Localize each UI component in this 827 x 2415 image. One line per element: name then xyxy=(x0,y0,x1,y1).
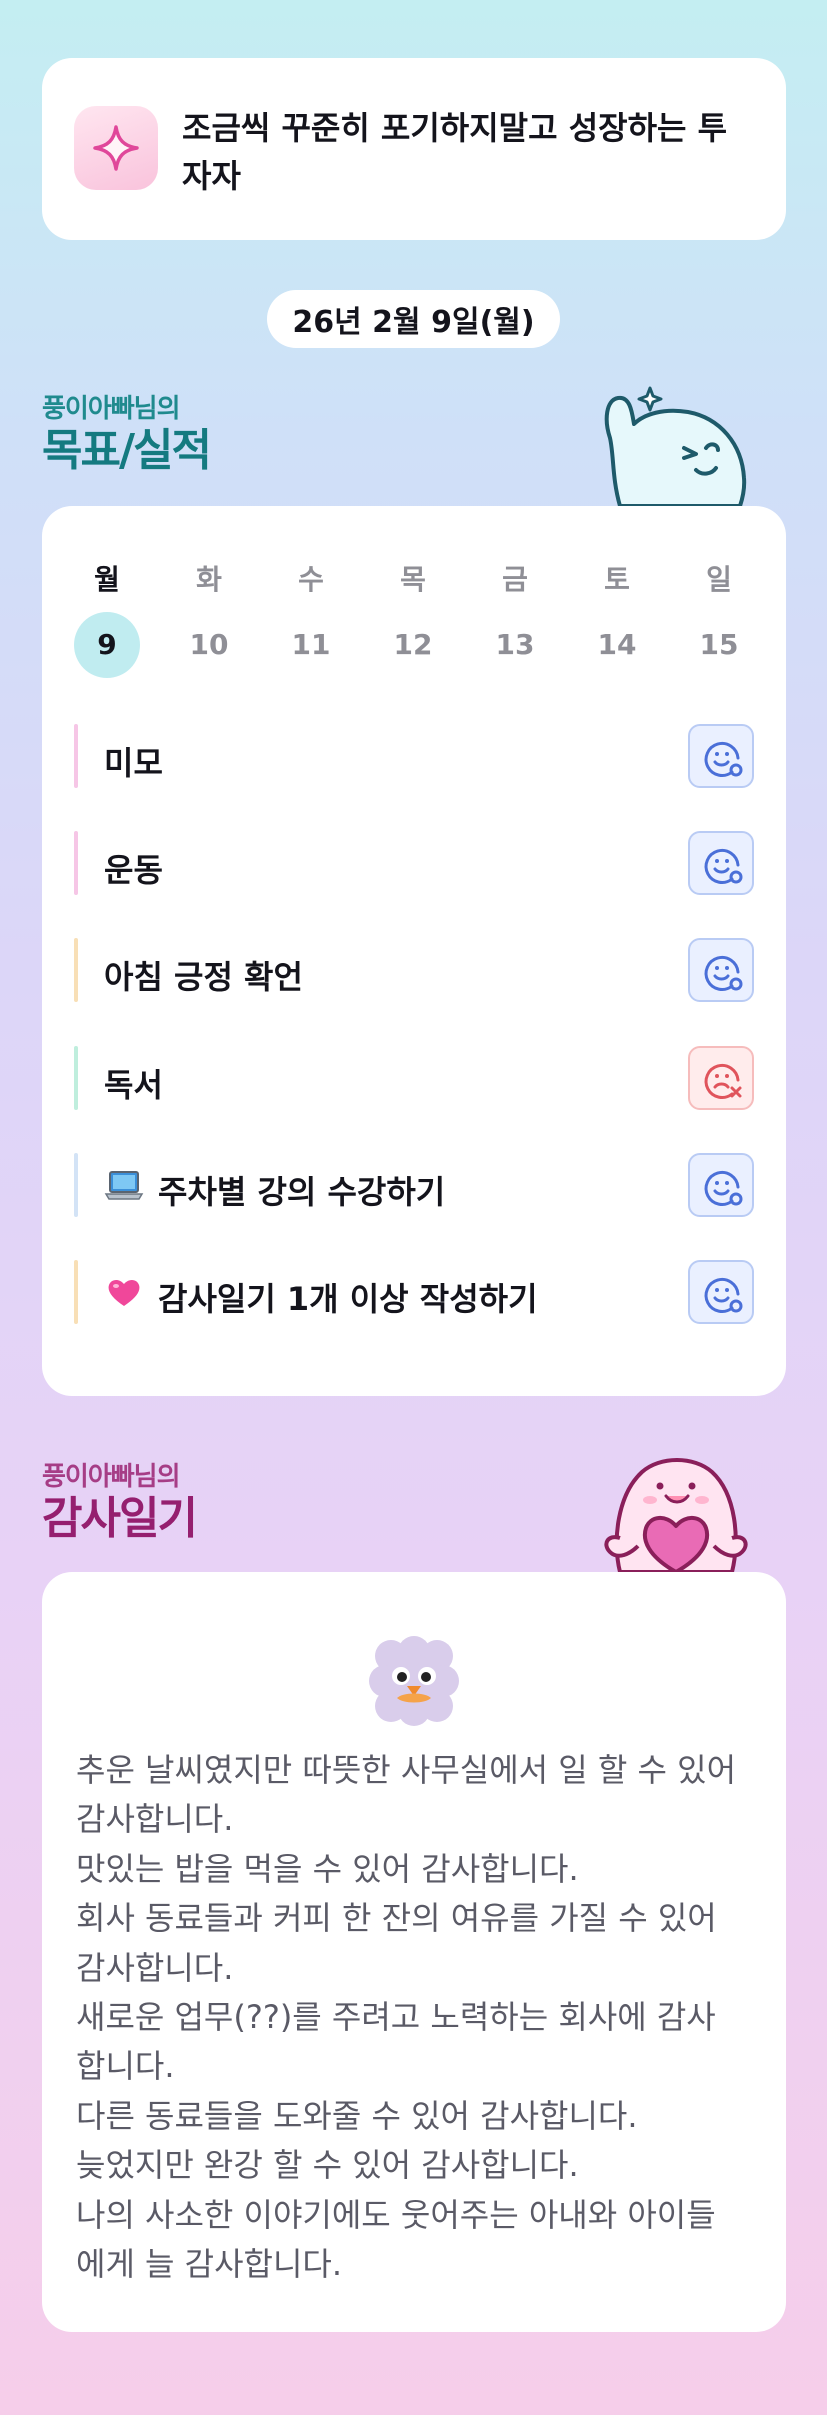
date-13[interactable]: 13 xyxy=(480,612,550,678)
weekday-fri[interactable]: 금 xyxy=(480,558,550,596)
date-11[interactable]: 11 xyxy=(276,612,346,678)
smile-check-icon xyxy=(704,1170,743,1206)
smile-check-icon xyxy=(704,741,743,777)
diary-line: 감사합니다. xyxy=(76,1800,234,1839)
goals-section-title: 목표/실적 xyxy=(42,425,212,476)
date-selector[interactable]: 26년 2월 9일(월) xyxy=(267,290,560,348)
goal-item[interactable]: 독서 xyxy=(74,1046,754,1110)
goal-status-button[interactable] xyxy=(688,1153,754,1217)
motto-text: 조금씩 꾸준히 포기하지말고 성장하는 투 자자 xyxy=(182,104,752,200)
diary-section-title: 감사일기 xyxy=(42,1493,198,1544)
weekday-sun[interactable]: 일 xyxy=(684,558,754,596)
smile-check-icon xyxy=(704,848,743,884)
goal-color-bar xyxy=(74,831,78,895)
goals-card: 월 화 수 목 금 토 일 9 10 11 12 13 14 15 미모 운동 xyxy=(42,506,786,1396)
diary-line: 회사 동료들과 커피 한 잔의 여유를 가질 수 있어 xyxy=(76,1899,717,1938)
weekday-sat[interactable]: 토 xyxy=(582,558,652,596)
goal-label: 운동 xyxy=(104,851,163,889)
goal-item[interactable]: 주차별 강의 수강하기 xyxy=(74,1153,754,1217)
goal-color-bar xyxy=(74,938,78,1002)
heart-icon xyxy=(108,1279,140,1306)
date-15[interactable]: 15 xyxy=(684,612,754,678)
goal-status-button[interactable] xyxy=(688,1046,754,1110)
diary-line: 에게 늘 감사합니다. xyxy=(76,2245,343,2284)
date-14[interactable]: 14 xyxy=(582,612,652,678)
goal-item[interactable]: 운동 xyxy=(74,831,754,895)
smile-check-icon xyxy=(704,955,743,991)
weekday-wed[interactable]: 수 xyxy=(276,558,346,596)
goal-label: 아침 긍정 확언 xyxy=(104,958,303,996)
motto-card: 조금씩 꾸준히 포기하지말고 성장하는 투 자자 xyxy=(42,58,786,240)
goal-color-bar xyxy=(74,724,78,788)
waving-mascot-illustration xyxy=(604,386,747,506)
goal-label: 독서 xyxy=(104,1066,163,1104)
goal-item[interactable]: 감사일기 1개 이상 작성하기 xyxy=(74,1260,754,1324)
date-9[interactable]: 9 xyxy=(72,612,142,678)
sparkle-icon xyxy=(74,106,158,190)
diary-line: 늦었지만 완강 할 수 있어 감사합니다. xyxy=(76,2146,579,2185)
goal-status-button[interactable] xyxy=(688,938,754,1002)
goal-label: 감사일기 1개 이상 작성하기 xyxy=(158,1280,538,1318)
goal-status-button[interactable] xyxy=(688,831,754,895)
diary-line: 새로운 업무(??)를 주려고 노력하는 회사에 감사 xyxy=(76,1998,716,2037)
smile-check-icon xyxy=(704,1277,743,1313)
diary-line: 나의 사소한 이야기에도 웃어주는 아내와 아이들 xyxy=(76,2195,716,2234)
sad-x-icon xyxy=(704,1063,742,1099)
goal-color-bar xyxy=(74,1153,78,1217)
fluffy-cloud-bird-sticker xyxy=(369,1636,459,1726)
goal-label: 미모 xyxy=(104,744,163,782)
motto-line-2: 자자 xyxy=(182,157,241,195)
motto-line-1: 조금씩 꾸준히 포기하지말고 성장하는 투 xyxy=(182,109,728,147)
weekday-mon[interactable]: 월 xyxy=(72,558,142,596)
diary-text: 추운 날씨였지만 따뜻한 사무실에서 일 할 수 있어 감사합니다. 맛있는 밥… xyxy=(76,1746,766,2289)
goal-item[interactable]: 아침 긍정 확언 xyxy=(74,938,754,1002)
diary-line: 맛있는 밥을 먹을 수 있어 감사합니다. xyxy=(76,1849,579,1888)
weekday-thu[interactable]: 목 xyxy=(378,558,448,596)
diary-line: 감사합니다. xyxy=(76,1948,234,1987)
diary-line: 다른 동료들을 도와줄 수 있어 감사합니다. xyxy=(76,2096,638,2135)
diary-line: 합니다. xyxy=(76,2047,175,2086)
goal-color-bar xyxy=(74,1260,78,1324)
heart-holding-mascot-illustration xyxy=(604,1458,748,1572)
weekday-tue[interactable]: 화 xyxy=(174,558,244,596)
goal-item[interactable]: 미모 xyxy=(74,724,754,788)
diary-line: 추운 날씨였지만 따뜻한 사무실에서 일 할 수 있어 xyxy=(76,1751,737,1789)
goal-color-bar xyxy=(74,1046,78,1110)
gratitude-diary-card: 추운 날씨였지만 따뜻한 사무실에서 일 할 수 있어 감사합니다. 맛있는 밥… xyxy=(42,1572,786,2332)
laptop-icon xyxy=(104,1171,144,1200)
goal-status-button[interactable] xyxy=(688,1260,754,1324)
goal-status-button[interactable] xyxy=(688,724,754,788)
goal-label: 주차별 강의 수강하기 xyxy=(158,1173,446,1211)
date-12[interactable]: 12 xyxy=(378,612,448,678)
date-10[interactable]: 10 xyxy=(174,612,244,678)
